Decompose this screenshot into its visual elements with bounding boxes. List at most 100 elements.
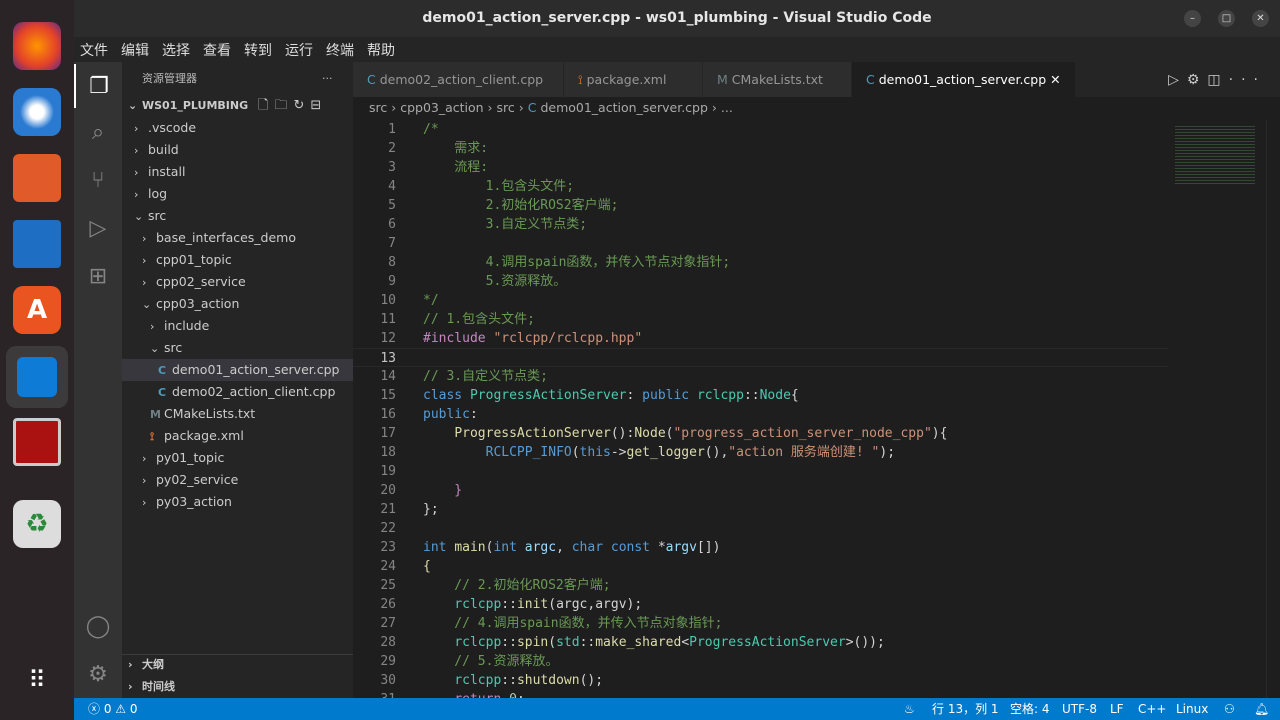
crumb-symbol[interactable]: ...	[721, 100, 733, 115]
line-number: 2	[388, 141, 396, 156]
flame-icon[interactable]: ♨	[904, 698, 915, 720]
tree-item[interactable]: ⌄ src	[122, 337, 353, 359]
code-token: public	[642, 388, 697, 403]
vertical-scrollbar[interactable]	[1266, 120, 1280, 698]
minimap[interactable]	[1171, 120, 1266, 200]
cursor-position[interactable]: 行 13，列 1	[932, 698, 999, 720]
timeline-section[interactable]: › 时间线	[122, 676, 175, 698]
minimize-button[interactable]: –	[1184, 10, 1201, 27]
line-text: #include "rclcpp/rclcpp.hpp"	[396, 329, 642, 348]
extensions-icon[interactable]: ⊞	[74, 254, 122, 298]
code-token: ProgressActionServer	[689, 635, 846, 650]
show-apps-icon[interactable]: ⠿	[13, 656, 61, 704]
indentation[interactable]: 空格: 4	[1010, 698, 1050, 720]
search-icon[interactable]: ⌕	[74, 110, 122, 154]
code-token: (),	[704, 445, 729, 460]
menu-file[interactable]: 文件	[80, 40, 108, 60]
source-control-icon[interactable]: ⑂	[74, 158, 122, 202]
code-editor[interactable]: 1/* 2 需求: 3 流程: 4 1.包含头文件; 5 2.初始化ROS2客户端; 6 …	[353, 120, 1168, 709]
tree-item-label: py03_action	[156, 494, 232, 509]
tree-item[interactable]: › cpp02_service	[122, 271, 353, 293]
tree-item[interactable]: › .vscode	[122, 117, 353, 139]
line-number: 8	[388, 255, 396, 270]
crumb-cpp03-action[interactable]: cpp03_action	[400, 100, 483, 115]
tree-item[interactable]: › base_interfaces_demo	[122, 227, 353, 249]
code-line: 13	[353, 348, 1168, 367]
close-tab-icon[interactable]: ✕	[1046, 72, 1060, 87]
tree-item[interactable]: › build	[122, 139, 353, 161]
crumb-file[interactable]: demo01_action_server.cpp	[540, 100, 707, 115]
tree-item[interactable]: ⟟ package.xml	[122, 425, 353, 447]
tree-item[interactable]: Cdemo01_action_server.cpp	[122, 359, 353, 381]
line-ending[interactable]: LF	[1110, 698, 1124, 720]
explorer-actions[interactable]: 🗋🗀↻⊟	[258, 95, 327, 117]
menu-go[interactable]: 转到	[244, 40, 272, 60]
app-center-icon[interactable]: A	[13, 286, 61, 334]
settings-gear-icon[interactable]: ⚙	[74, 652, 122, 696]
code-token: [])	[696, 540, 721, 555]
line-text: */	[396, 291, 439, 310]
problems-indicator[interactable]: ⓧ 0 ⚠ 0	[88, 698, 138, 720]
explorer-icon[interactable]: ❐	[74, 64, 122, 108]
line-number: 1	[388, 122, 396, 137]
tab-package-xml[interactable]: ⟟ package.xml	[564, 62, 703, 97]
menu-run[interactable]: 运行	[285, 40, 313, 60]
tree-item[interactable]: › cpp01_topic	[122, 249, 353, 271]
firefox-icon[interactable]	[13, 22, 61, 70]
line-number: 17	[380, 426, 396, 441]
line-text: rclcpp::shutdown();	[396, 671, 603, 690]
terminal-icon[interactable]	[13, 418, 61, 466]
files-icon[interactable]	[13, 154, 61, 202]
tree-item-label: .vscode	[148, 120, 197, 135]
close-window-button[interactable]: ✕	[1252, 10, 1269, 27]
tree-item[interactable]: › py03_action	[122, 491, 353, 513]
menu-view[interactable]: 查看	[203, 40, 231, 60]
writer-icon[interactable]	[13, 220, 61, 268]
line-text: int main(int argc, char const *argv[])	[396, 538, 720, 557]
tree-item[interactable]: › install	[122, 161, 353, 183]
menu-terminal[interactable]: 终端	[326, 40, 354, 60]
menu-help[interactable]: 帮助	[367, 40, 395, 60]
menu-selection[interactable]: 选择	[162, 40, 190, 60]
line-text	[396, 462, 423, 481]
tab-demo01-action-server-cpp[interactable]: C demo01_action_server.cpp ✕	[852, 62, 1076, 97]
crumb-src[interactable]: src	[369, 100, 387, 115]
line-text: /*	[396, 120, 439, 139]
menu-edit[interactable]: 编辑	[121, 40, 149, 60]
maximize-button[interactable]: □	[1218, 10, 1235, 27]
code-token: // 3.自定义节点类;	[423, 369, 548, 384]
tree-item[interactable]: › py01_topic	[122, 447, 353, 469]
tree-item-label: demo02_action_client.cpp	[172, 384, 336, 399]
tree-item[interactable]: Cdemo02_action_client.cpp	[122, 381, 353, 403]
account-icon[interactable]: ◯	[74, 604, 122, 648]
trash-icon[interactable]: ♻	[13, 500, 61, 548]
code-token: init	[516, 597, 549, 612]
line-number: 6	[388, 217, 396, 232]
tree-item[interactable]: › include	[122, 315, 353, 337]
workspace-name: WS01_PLUMBING	[142, 99, 249, 112]
tab-demo02-action-client-cpp[interactable]: C demo02_action_client.cpp	[353, 62, 564, 97]
more-actions-icon[interactable]: ···	[322, 62, 333, 95]
notifications-icon[interactable]: 🔔︎	[1254, 698, 1269, 720]
feedback-icon[interactable]: ⚇	[1224, 698, 1235, 720]
tree-item[interactable]: ⌄ cpp03_action	[122, 293, 353, 315]
run-debug-icon[interactable]: ▷	[74, 206, 122, 250]
tree-item[interactable]: M CMakeLists.txt	[122, 403, 353, 425]
outline-section[interactable]: › 大纲	[122, 654, 164, 676]
language-mode[interactable]: C++	[1138, 698, 1167, 720]
platform[interactable]: Linux	[1176, 698, 1208, 720]
code-token: (argc,argv);	[548, 597, 643, 612]
tree-item[interactable]: › log	[122, 183, 353, 205]
tree-item[interactable]: › py02_service	[122, 469, 353, 491]
code-token: 2.初始化ROS2客户端;	[423, 198, 619, 213]
editor-actions[interactable]: ▷⚙◫···	[1168, 72, 1266, 88]
vscode-dock-icon[interactable]	[6, 346, 68, 408]
code-token: // 4.调用spain函数，并传入节点对象指针;	[423, 616, 723, 631]
tab-label: demo02_action_client.cpp	[379, 72, 544, 87]
encoding[interactable]: UTF-8	[1062, 698, 1097, 720]
tab-cmakelists-txt[interactable]: M CMakeLists.txt	[703, 62, 852, 97]
thunderbird-icon[interactable]	[13, 88, 61, 136]
crumb-src-inner[interactable]: src	[497, 100, 515, 115]
workspace-header[interactable]: ⌄ WS01_PLUMBING 🗋🗀↻⊟	[122, 95, 353, 117]
tree-item[interactable]: ⌄ src	[122, 205, 353, 227]
